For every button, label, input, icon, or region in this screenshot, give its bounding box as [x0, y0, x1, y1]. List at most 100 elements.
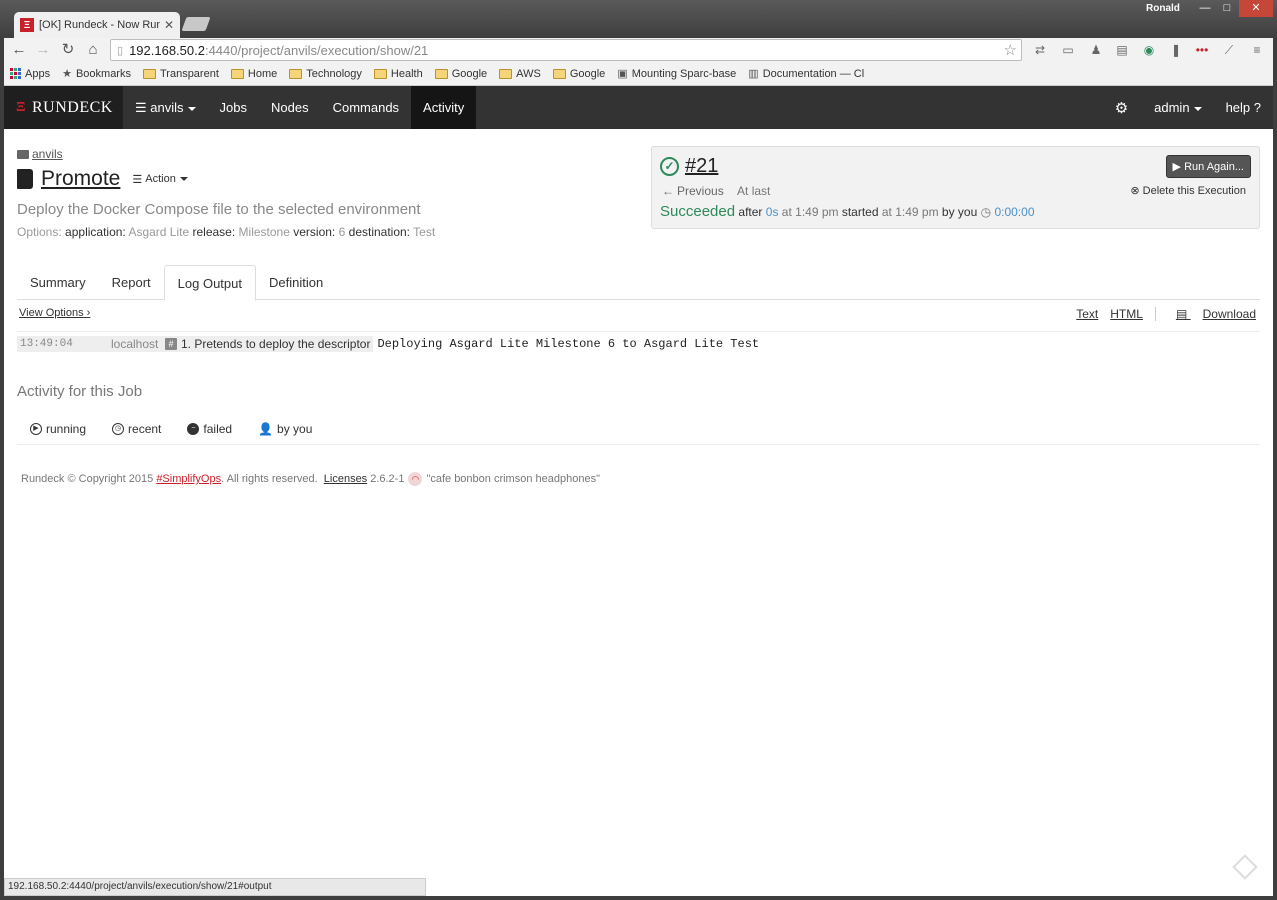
log-line: 13:49:04 localhost # 1. Pretends to depl…: [17, 331, 1260, 353]
menu-icon[interactable]: ≡: [1249, 42, 1265, 58]
bookmark-folder[interactable]: Google: [434, 68, 487, 80]
extension-pause-icon[interactable]: ❚: [1168, 42, 1184, 58]
browser-user[interactable]: Ronald: [1146, 3, 1180, 14]
bookmark-page[interactable]: ▥ Documentation — Cl: [748, 67, 865, 81]
activity-tab-label: failed: [203, 421, 233, 436]
bookmark-star-icon[interactable]: ☆: [1004, 41, 1017, 59]
url-path: :4440/project/anvils/execution/show/21: [204, 42, 429, 58]
bookmark-label: Home: [247, 67, 278, 80]
clock-icon: ◷: [112, 422, 125, 435]
bookmark-folder[interactable]: Transparent: [142, 68, 219, 80]
gear-icon[interactable]: ⚙: [1101, 99, 1142, 117]
bookmark-page[interactable]: ▣ Mounting Sparc-base: [617, 67, 736, 81]
brand-logo[interactable]: Ξ RUNDECK: [4, 86, 123, 129]
nav-jobs[interactable]: Jobs: [208, 86, 259, 129]
activity-tab-failed[interactable]: − failed: [174, 413, 245, 444]
address-bar[interactable]: ▯ 192.168.50.2 :4440/project/anvils/exec…: [110, 39, 1022, 61]
bookmark-folder[interactable]: Home: [230, 67, 278, 80]
play-icon: ▶: [1172, 161, 1181, 173]
download-link[interactable]: ▤ Download: [1154, 307, 1256, 321]
step-number-icon: #: [165, 338, 177, 350]
job-options: Options: application: Asgard Lite releas…: [17, 225, 435, 239]
view-options-link[interactable]: View Options ›: [19, 307, 90, 319]
cast-icon[interactable]: ▭: [1060, 42, 1076, 58]
bookmark-label: Documentation — Cl: [762, 67, 865, 80]
tab-definition[interactable]: Definition: [256, 265, 336, 300]
extension-dots-icon[interactable]: •••: [1194, 42, 1210, 58]
check-circle-icon: ✓: [660, 157, 679, 176]
previous-link[interactable]: Previous: [677, 184, 724, 198]
maximize-icon[interactable]: □: [1214, 0, 1240, 17]
extension-green-icon[interactable]: ◉: [1141, 42, 1157, 58]
forward-icon[interactable]: →: [34, 41, 52, 59]
close-tab-icon[interactable]: ✕: [164, 18, 174, 32]
activity-tab-label: running: [46, 421, 87, 436]
caret-down-icon: [179, 177, 188, 181]
tab-summary[interactable]: Summary: [17, 265, 99, 300]
url-host: 192.168.50.2: [129, 42, 205, 58]
minus-circle-icon: −: [187, 422, 200, 435]
activity-tab-by-you[interactable]: 👤 by you: [245, 413, 325, 444]
back-icon[interactable]: ←: [10, 41, 28, 59]
download-label: Download: [1202, 307, 1256, 321]
rundeck-favicon: Ξ: [20, 18, 34, 32]
browser-tab[interactable]: Ξ [OK] Rundeck - Now Running ✕: [14, 12, 180, 38]
close-window-icon[interactable]: ✕: [1239, 0, 1273, 17]
bookmark-bookmarks[interactable]: ★ Bookmarks: [62, 67, 131, 81]
action-label: Action: [145, 173, 176, 185]
page-icon: ▯: [117, 44, 124, 57]
folder-icon: [17, 149, 29, 159]
footer-rights: . All rights reserved.: [221, 473, 318, 485]
folder-icon: [289, 68, 303, 79]
user-menu[interactable]: admin: [1142, 86, 1213, 129]
home-icon[interactable]: ⌂: [84, 41, 102, 59]
text-format-link[interactable]: Text: [1076, 307, 1098, 321]
help-menu[interactable]: help ?: [1214, 86, 1273, 129]
job-name[interactable]: Promote: [41, 167, 120, 191]
extension-gift-icon[interactable]: ▤: [1114, 42, 1130, 58]
nav-commands[interactable]: Commands: [321, 86, 411, 129]
bookmark-folder[interactable]: Technology: [289, 68, 362, 80]
project-menu[interactable]: ☰ anvils: [123, 86, 208, 129]
after-label: after: [738, 205, 763, 219]
activity-tab-recent[interactable]: ◷ recent: [99, 413, 174, 444]
delete-execution-link[interactable]: ⊗ Delete this Execution: [1130, 184, 1246, 197]
bookmark-label: AWS: [516, 67, 541, 80]
tab-log-output[interactable]: Log Output: [163, 265, 256, 301]
bookmark-label: Google: [569, 67, 606, 80]
extension-bell-icon[interactable]: ♟: [1088, 42, 1104, 58]
reload-icon[interactable]: ↻: [59, 41, 77, 59]
rundeck-logo-icon: Ξ: [16, 99, 26, 115]
simplifyops-link[interactable]: #SimplifyOps: [156, 473, 221, 485]
end-time: at 1:49 pm: [781, 205, 839, 219]
bookmark-apps[interactable]: Apps: [10, 68, 50, 80]
action-dropdown[interactable]: ☰ Action: [132, 173, 188, 186]
duration: 0:00:00: [994, 205, 1035, 219]
caret-down-icon: [1193, 106, 1202, 111]
tab-report[interactable]: Report: [99, 265, 164, 300]
document-icon: ▥: [748, 68, 759, 80]
execution-status: Succeeded after 0s at 1:49 pm started at…: [660, 203, 1035, 220]
html-format-link[interactable]: HTML: [1110, 307, 1143, 321]
activity-tab-running[interactable]: ▶ running: [17, 413, 99, 444]
extension-feather-icon[interactable]: ⟋: [1221, 42, 1237, 58]
browser-titlebar: Ξ [OK] Rundeck - Now Running ✕ Ronald — …: [0, 0, 1277, 38]
run-again-label: Run Again...: [1184, 161, 1244, 173]
execution-number[interactable]: #21: [685, 155, 718, 178]
nav-activity[interactable]: Activity: [411, 86, 477, 129]
duration-short: 0s: [765, 205, 779, 219]
extension-icon[interactable]: ⇄: [1032, 42, 1048, 58]
bookmark-folder[interactable]: AWS: [499, 68, 541, 80]
bookmark-folder[interactable]: Google: [552, 67, 606, 80]
bookmark-label: Apps: [25, 67, 51, 80]
help-label: help: [1225, 100, 1251, 115]
run-again-button[interactable]: ▶ Run Again...: [1165, 155, 1251, 178]
new-tab-button[interactable]: [181, 17, 211, 31]
nav-nodes[interactable]: Nodes: [259, 86, 321, 129]
option-key: destination:: [348, 225, 411, 239]
breadcrumb[interactable]: anvils: [17, 147, 435, 161]
licenses-link[interactable]: Licenses: [324, 473, 367, 485]
execution-panel: ✓ #21 ← Previous At last Succeeded after …: [651, 146, 1260, 229]
breadcrumb-project: anvils: [32, 147, 63, 161]
bookmark-folder[interactable]: Health: [373, 68, 423, 80]
